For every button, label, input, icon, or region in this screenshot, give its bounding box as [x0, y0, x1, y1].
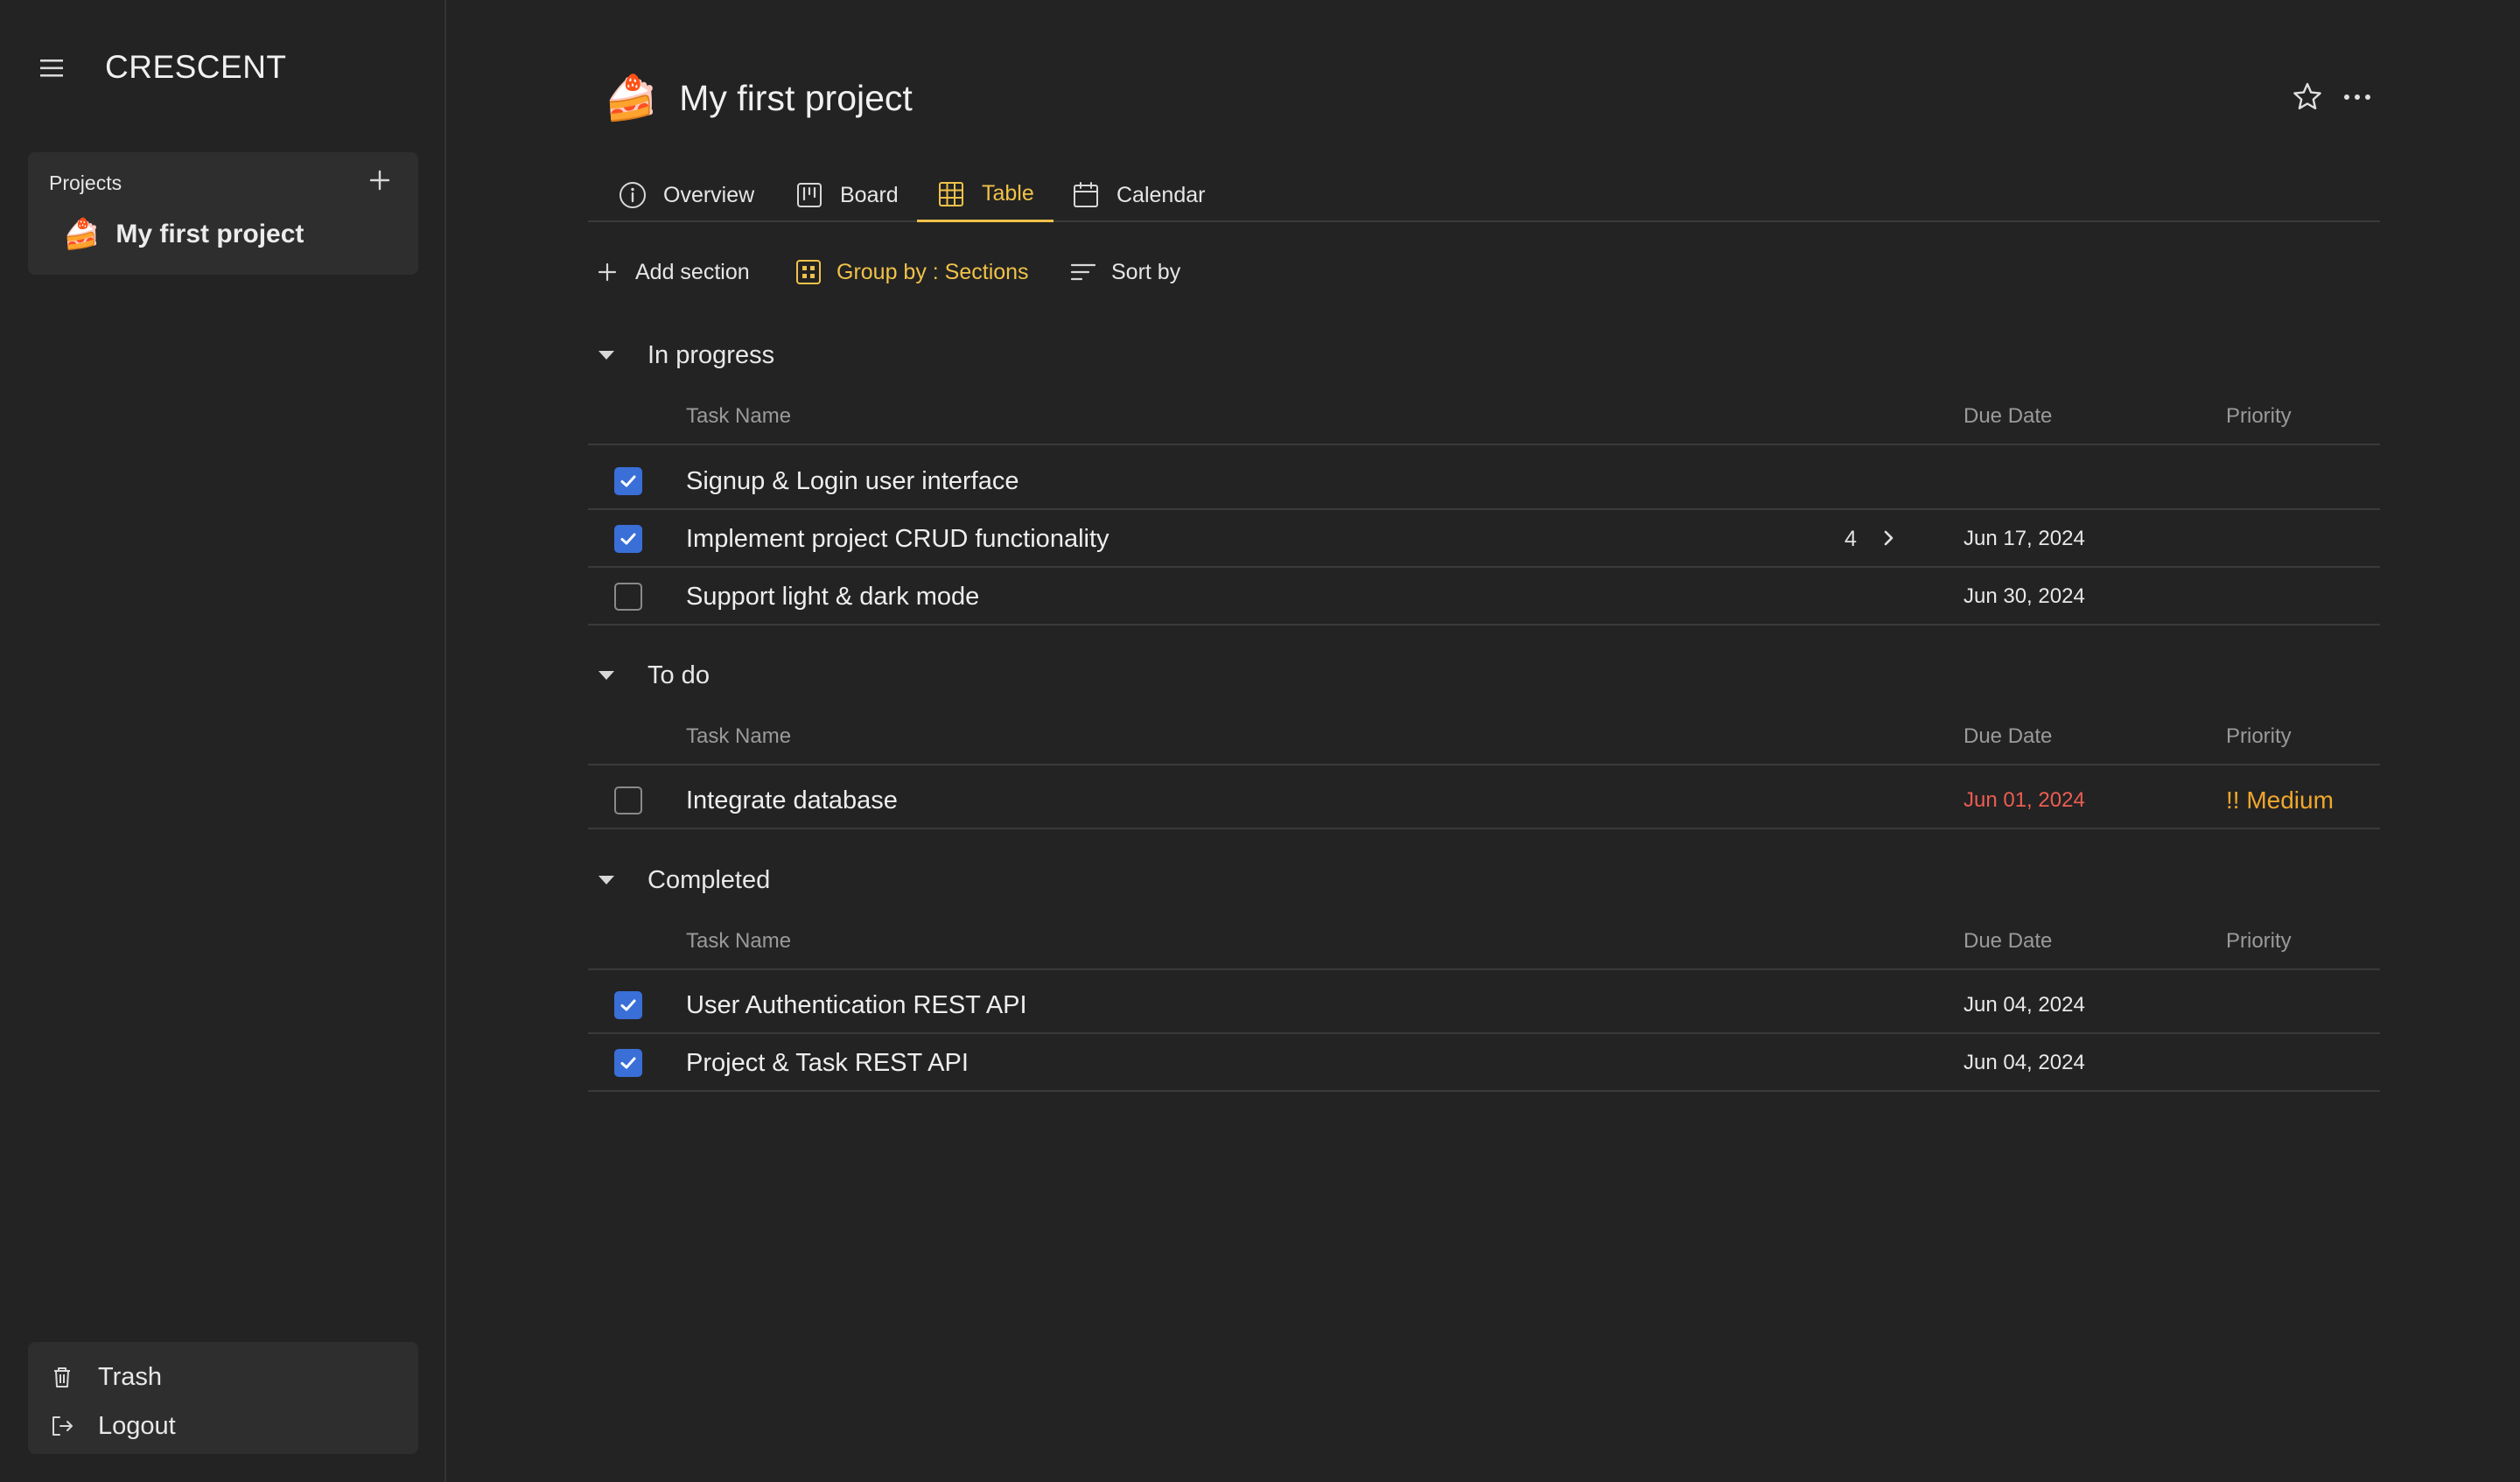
calendar-icon — [1071, 180, 1101, 210]
tab-label: Calendar — [1116, 182, 1206, 207]
task-checkbox[interactable] — [614, 583, 642, 611]
app-brand: CRESCENT — [105, 49, 287, 85]
main-content: 🍰 My first project Overview Board Table — [448, 0, 2520, 1482]
chevron-right-icon[interactable] — [1880, 525, 1899, 551]
logout-button[interactable]: Logout — [49, 1407, 176, 1445]
sort-by-label: Sort by — [1111, 259, 1181, 284]
sort-lines-icon — [1069, 258, 1097, 286]
logout-icon — [49, 1413, 75, 1439]
section-header-in-progress[interactable]: In progress — [597, 336, 774, 374]
section-title: Completed — [648, 865, 771, 894]
add-section-label: Add section — [635, 259, 750, 284]
divider — [588, 764, 2380, 765]
task-checkbox[interactable] — [614, 991, 642, 1019]
sidebar-item-my-first-project[interactable]: 🍰 My first project — [63, 215, 304, 254]
tab-label: Table — [982, 181, 1034, 206]
sort-by-button[interactable]: Sort by — [1069, 254, 1180, 290]
trash-button[interactable]: Trash — [49, 1358, 162, 1396]
cake-emoji-icon: 🍰 — [63, 218, 101, 251]
trash-label: Trash — [98, 1362, 163, 1391]
divider — [588, 1032, 2380, 1034]
tab-table[interactable]: Table — [917, 168, 1054, 222]
column-header-due-date[interactable]: Due Date — [1964, 929, 2052, 954]
tab-overview[interactable]: Overview — [618, 168, 754, 222]
column-header-task-name[interactable]: Task Name — [686, 929, 791, 954]
divider — [588, 828, 2380, 829]
divider — [588, 444, 2380, 445]
more-options-icon[interactable] — [2340, 84, 2375, 110]
task-checkbox[interactable] — [614, 467, 642, 495]
trash-icon — [49, 1364, 75, 1390]
section-header-completed[interactable]: Completed — [597, 861, 770, 899]
projects-heading: Projects — [49, 171, 122, 194]
column-header-due-date[interactable]: Due Date — [1964, 724, 2052, 749]
task-checkbox[interactable] — [614, 1049, 642, 1077]
logout-label: Logout — [98, 1411, 176, 1440]
column-header-due-date[interactable]: Due Date — [1964, 404, 2052, 429]
column-header-priority[interactable]: Priority — [2226, 724, 2292, 749]
favorite-star-icon[interactable] — [2291, 80, 2324, 114]
checkmark-icon — [620, 999, 636, 1011]
column-header-priority[interactable]: Priority — [2226, 404, 2292, 429]
divider — [588, 624, 2380, 626]
view-tabs: Overview Board Table Calendar — [588, 168, 2380, 222]
divider — [588, 1090, 2380, 1092]
sidebar-item-label: My first project — [116, 220, 304, 248]
hamburger-menu-icon[interactable] — [38, 58, 66, 79]
task-name[interactable]: Integrate database — [686, 786, 898, 815]
page-header: 🍰 My first project — [604, 68, 913, 128]
task-name[interactable]: Support light & dark mode — [686, 583, 979, 612]
column-header-task-name[interactable]: Task Name — [686, 404, 791, 429]
column-header-task-name[interactable]: Task Name — [686, 724, 791, 749]
caret-down-icon — [597, 668, 616, 682]
info-circle-icon — [618, 180, 648, 210]
section-title: To do — [648, 661, 710, 689]
divider — [588, 566, 2380, 568]
tab-calendar[interactable]: Calendar — [1071, 168, 1205, 222]
checkmark-icon — [620, 533, 636, 545]
tab-label: Overview — [663, 182, 755, 207]
subtask-count: 4 — [1844, 527, 1857, 551]
checkmark-icon — [620, 1057, 636, 1069]
tab-label: Board — [840, 182, 899, 207]
due-date[interactable]: Jun 04, 2024 — [1964, 1051, 2085, 1075]
plus-icon — [593, 258, 621, 286]
projects-panel: Projects 🍰 My first project — [28, 152, 418, 275]
task-name[interactable]: Project & Task REST API — [686, 1049, 969, 1078]
add-project-icon[interactable] — [366, 166, 394, 194]
due-date-overdue[interactable]: Jun 01, 2024 — [1964, 788, 2085, 813]
task-name[interactable]: Implement project CRUD functionality — [686, 525, 1110, 554]
section-title: In progress — [648, 340, 775, 369]
group-by-label: Group by : Sections — [836, 259, 1029, 284]
task-checkbox[interactable] — [614, 525, 642, 553]
checkmark-icon — [620, 475, 636, 487]
sidebar: CRESCENT Projects 🍰 My first project Tra… — [0, 0, 446, 1482]
caret-down-icon — [597, 348, 616, 362]
board-icon — [794, 180, 824, 210]
table-icon — [936, 179, 966, 209]
tab-board[interactable]: Board — [794, 168, 899, 222]
group-by-button[interactable]: Group by : Sections — [794, 254, 1029, 290]
task-name[interactable]: Signup & Login user interface — [686, 467, 1018, 496]
task-checkbox[interactable] — [614, 786, 642, 814]
project-emoji-icon[interactable]: 🍰 — [604, 76, 658, 120]
due-date[interactable]: Jun 30, 2024 — [1964, 584, 2085, 609]
group-grid-icon — [794, 258, 822, 286]
page-title: My first project — [679, 77, 913, 118]
caret-down-icon — [597, 873, 616, 887]
due-date[interactable]: Jun 17, 2024 — [1964, 527, 2085, 551]
priority-badge[interactable]: !! Medium — [2226, 786, 2334, 814]
due-date[interactable]: Jun 04, 2024 — [1964, 993, 2085, 1017]
sidebar-bottom-panel: Trash Logout — [28, 1342, 418, 1454]
add-section-button[interactable]: Add section — [593, 254, 750, 290]
divider — [588, 968, 2380, 970]
section-header-to-do[interactable]: To do — [597, 656, 710, 695]
task-name[interactable]: User Authentication REST API — [686, 991, 1027, 1020]
column-header-priority[interactable]: Priority — [2226, 929, 2292, 954]
divider — [588, 508, 2380, 510]
